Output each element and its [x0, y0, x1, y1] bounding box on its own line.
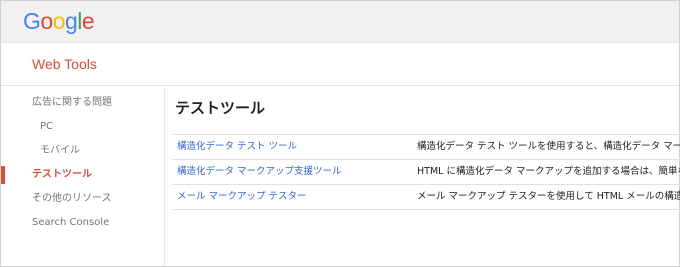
tools-table: 構造化データ テスト ツール 構造化データ テスト ツールを使用すると、構造化デ… [172, 134, 680, 210]
product-bar: Web Tools [1, 44, 679, 86]
tool-link-email-markup-tester[interactable]: メール マークアップ テスター [177, 185, 307, 209]
tool-description: HTML に構造化データ マークアップを追加する場合は、簡単な [417, 166, 680, 177]
page-title: テストツール [175, 99, 266, 117]
logo-letter-g2: g [64, 8, 78, 34]
sidebar-item-other-resources[interactable]: その他のリソース [1, 188, 165, 210]
product-title[interactable]: Web Tools [32, 56, 97, 72]
google-logo[interactable]: Google [23, 5, 95, 37]
sidebar-item-mobile[interactable]: モバイル [1, 140, 165, 162]
tool-link-structured-data-testing[interactable]: 構造化データ テスト ツール [177, 135, 297, 159]
sidebar-item-test-tools[interactable]: テストツール [1, 164, 165, 186]
table-row: 構造化データ テスト ツール 構造化データ テスト ツールを使用すると、構造化デ… [172, 135, 680, 160]
tool-link-markup-helper[interactable]: 構造化データ マークアップ支援ツール [177, 160, 342, 184]
sidebar-nav: 広告に関する問題 PC モバイル テストツール その他のリソース Search … [1, 87, 165, 266]
logo-letter-o2: o [52, 8, 66, 34]
top-bar: Google [1, 1, 679, 43]
sidebar-item-search-console[interactable]: Search Console [1, 212, 165, 234]
sidebar-item-pc[interactable]: PC [1, 116, 165, 138]
sidebar-item-ad-issues[interactable]: 広告に関する問題 [1, 92, 165, 114]
tool-description: 構造化データ テスト ツールを使用すると、構造化データ マーク [417, 141, 680, 152]
logo-letter-g: G [23, 8, 41, 34]
table-row: メール マークアップ テスター メール マークアップ テスターを使用して HTM… [172, 185, 680, 210]
table-row: 構造化データ マークアップ支援ツール HTML に構造化データ マークアップを追… [172, 160, 680, 185]
logo-letter-e: e [81, 8, 95, 34]
tool-description: メール マークアップ テスターを使用して HTML メールの構造化 [417, 191, 680, 202]
logo-letter-o1: o [40, 8, 53, 34]
